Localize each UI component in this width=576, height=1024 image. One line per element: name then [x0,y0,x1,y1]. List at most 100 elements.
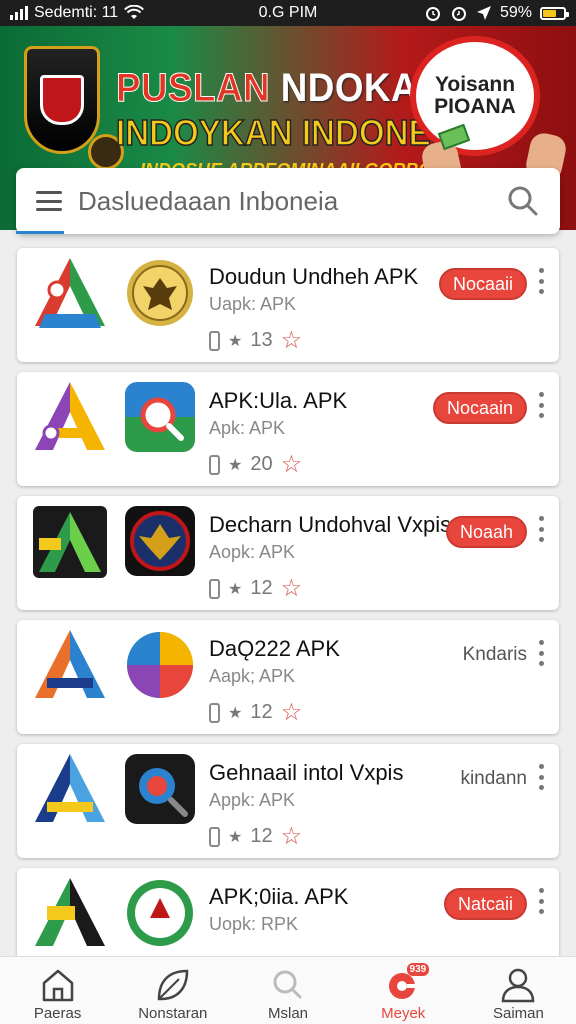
emblem-logo [24,46,100,154]
app-subtitle: Aopk: APK [209,542,296,562]
more-options-icon[interactable] [539,516,545,542]
app-card[interactable]: Doudun Undheh APK Uapk: APK ★ 13 ☆ Nocaa… [17,248,559,362]
app-name: DaǪ222 APK [209,636,340,661]
download-button[interactable]: Nocaain [432,392,527,424]
banner-badge-text: Yoisann PIOANA [434,72,516,118]
nav-label-hot: Meyek [381,1005,426,1022]
app-logo-a [33,506,107,578]
banner-title-part-a: PUSLAN [116,66,271,111]
app-subtitle: Apk: APK [209,418,286,438]
app-meta: ★ 12 ☆ [209,574,302,603]
download-button[interactable]: Natcaii [443,888,527,920]
app-logo-b [125,506,195,576]
app-meta: ★ 12 ☆ [209,698,302,727]
app-card[interactable]: Gehnaail intol Vxpis Appk: APK ★ 12 ☆ ki… [17,744,559,858]
menu-icon[interactable] [36,191,62,211]
app-meta: ★ 13 ☆ [209,326,302,355]
banner-badge: Yoisann PIOANA [410,36,540,156]
star-small-icon: ★ [228,580,243,598]
phone-icon [209,826,220,847]
more-options-icon[interactable] [539,888,545,914]
download-button[interactable]: Noaah [445,516,527,548]
nav-item-home[interactable]: Paeras [0,957,115,1024]
alarm-icon [425,7,440,21]
app-subtitle: Aapk; APK [209,666,296,686]
nav-label-search: Mslan [268,1005,309,1022]
hot-icon: 939 [383,963,430,1003]
leaf-icon [157,969,189,1001]
favorite-star-icon[interactable]: ☆ [281,822,303,851]
search-bar[interactable]: Dasluedaaan Inboneia [16,168,560,234]
nav-item-hot[interactable]: 939 Meyek [346,957,461,1024]
status-right: 59% [424,4,569,22]
download-button[interactable]: Nocaaii [438,268,527,300]
app-subtitle: Uopk: RPK [209,914,299,934]
battery-fill [543,9,556,17]
star-small-icon: ★ [228,704,243,722]
app-rating-count: 20 [250,453,273,475]
app-logo-a [35,754,105,822]
star-small-icon: ★ [228,828,243,846]
status-link[interactable]: Kndaris [463,644,527,666]
app-logo-a [35,878,105,946]
favorite-star-icon[interactable]: ☆ [281,698,303,727]
app-card[interactable]: DaǪ222 APK Aapk; APK ★ 12 ☆ Kndaris [17,620,559,734]
search-input[interactable]: Dasluedaaan Inboneia [78,186,506,217]
star-small-icon: ★ [228,332,243,350]
battery-icon [540,6,569,20]
favorite-star-icon[interactable]: ☆ [281,326,303,355]
app-name: Doudun Undheh APK [209,264,419,289]
carrier-label: Sedemti: 11 [34,4,119,21]
search-underline [16,231,64,234]
nav-item-search[interactable]: Mslan [230,957,345,1024]
phone-icon [209,578,220,599]
phone-icon [209,454,220,475]
favorite-star-icon[interactable]: ☆ [281,574,303,603]
phone-icon [209,702,220,723]
search-nav-icon [273,970,302,999]
app-logo-b [127,880,193,946]
app-logo-a [35,258,105,328]
more-options-icon[interactable] [539,268,545,294]
app-logo-a [35,630,105,698]
nav-label-home: Paeras [33,1005,82,1022]
phone-icon [209,330,220,351]
wifi-icon [124,5,145,19]
app-card[interactable]: Decharn Undohval Vxpis Aopk: APK ★ 12 ☆ … [17,496,559,610]
app-name: Gehnaail intol Vxpis [209,760,404,785]
clock-icon [451,7,466,21]
app-logo-a [35,382,105,450]
app-subtitle: Appk: APK [209,790,296,810]
nav-label-leaf: Nonstaran [138,1005,208,1022]
nav-item-profile[interactable]: Saiman [461,957,576,1024]
status-link[interactable]: kindann [460,768,527,790]
nav-label-profile: Saiman [492,1005,544,1022]
bottom-navigation: Paeras Nonstaran Mslan 939 Meyek Saiman [0,956,576,1024]
app-meta: ★ 12 ☆ [209,822,302,851]
app-logo-b [125,754,195,824]
app-name: Decharn Undohval Vxpis [209,512,449,537]
status-bar: Sedemti: 11 0.G PIM 59% [0,0,576,26]
app-meta: ★ 20 ☆ [209,450,302,479]
app-rating-count: 12 [250,825,273,847]
app-subtitle: Uapk: APK [209,294,297,314]
home-icon [42,969,73,1002]
app-logo-b [127,632,193,698]
location-icon [476,6,491,20]
app-card[interactable]: APK:Ula. APK Apk: APK ★ 20 ☆ Nocaain [17,372,559,486]
signal-icon [10,6,28,20]
favorite-star-icon[interactable]: ☆ [281,450,303,479]
app-rating-count: 12 [250,577,273,599]
app-rating-count: 12 [250,701,273,723]
banner-title-line1: PUSLAN NDOKAN [116,66,445,111]
app-logo-b [127,260,193,326]
more-options-icon[interactable] [539,392,545,418]
search-icon[interactable] [506,184,540,218]
nav-item-leaf[interactable]: Nonstaran [115,957,230,1024]
app-name: APK;0iia. APK [209,884,349,909]
more-options-icon[interactable] [539,640,545,666]
battery-percent: 59% [499,4,532,21]
more-options-icon[interactable] [539,764,545,790]
app-name: APK:Ula. APK [209,388,348,413]
app-rating-count: 13 [250,329,273,351]
